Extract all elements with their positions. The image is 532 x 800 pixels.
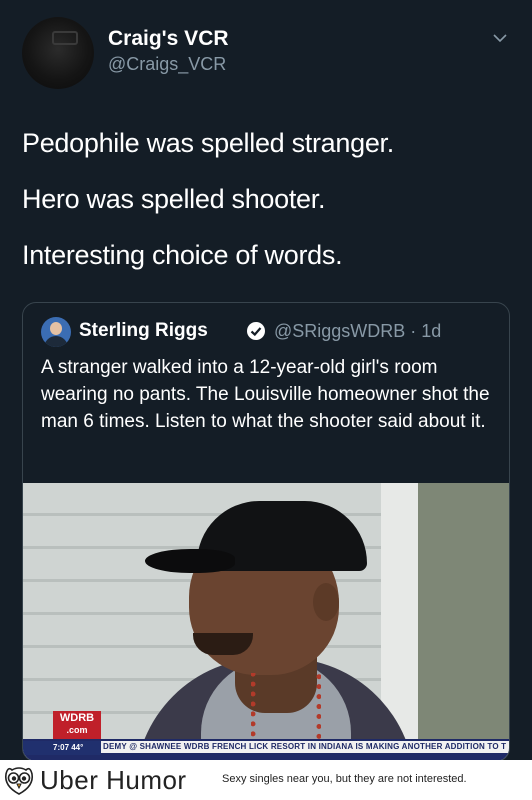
video-thumbnail[interactable]: DEMY @ SHAWNEE WDRB FRENCH LICK RESORT I… xyxy=(23,483,509,761)
avatar[interactable] xyxy=(22,17,94,89)
tweet-text-line: Hero was spelled shooter. xyxy=(22,184,326,214)
news-ticker-text: DEMY @ SHAWNEE WDRB FRENCH LICK RESORT I… xyxy=(103,742,507,751)
tagline: Sexy singles near you, but they are not … xyxy=(222,773,467,785)
display-name[interactable]: Craig's VCR xyxy=(108,27,229,51)
chevron-down-icon[interactable] xyxy=(492,30,508,46)
station-logo-domain: .com xyxy=(66,725,88,735)
station-logo-text: WDRB xyxy=(59,712,95,724)
ticker-time: 7:07 44° xyxy=(23,741,101,755)
brand-name: Uber Humor xyxy=(40,765,187,795)
ear xyxy=(313,583,339,621)
quoted-handle-time[interactable]: @SRiggsWDRB · 1d xyxy=(274,321,441,342)
quoted-avatar[interactable] xyxy=(41,317,71,347)
door xyxy=(418,483,509,761)
quoted-tweet[interactable]: Sterling Riggs @SRiggsWDRB · 1d A strang… xyxy=(22,302,510,762)
beard xyxy=(193,633,253,655)
user-handle[interactable]: @Craigs_VCR xyxy=(108,54,226,75)
quoted-text: A stranger walked into a 12-year-old gir… xyxy=(41,357,490,432)
watermark-footer: Uber Humor Sexy singles near you, but th… xyxy=(0,760,532,800)
tweet-text-line: Interesting choice of words. xyxy=(22,240,343,270)
quoted-display-name[interactable]: Sterling Riggs xyxy=(79,320,208,342)
verified-icon xyxy=(247,322,265,340)
tweet-card: Craig's VCR @Craigs_VCR Pedophile was sp… xyxy=(0,0,532,762)
tweet-text-line: Pedophile was spelled stranger. xyxy=(22,128,394,158)
station-logo: WDRB .com xyxy=(53,711,101,739)
owl-logo-icon xyxy=(4,767,34,795)
cap-brim xyxy=(145,549,235,573)
